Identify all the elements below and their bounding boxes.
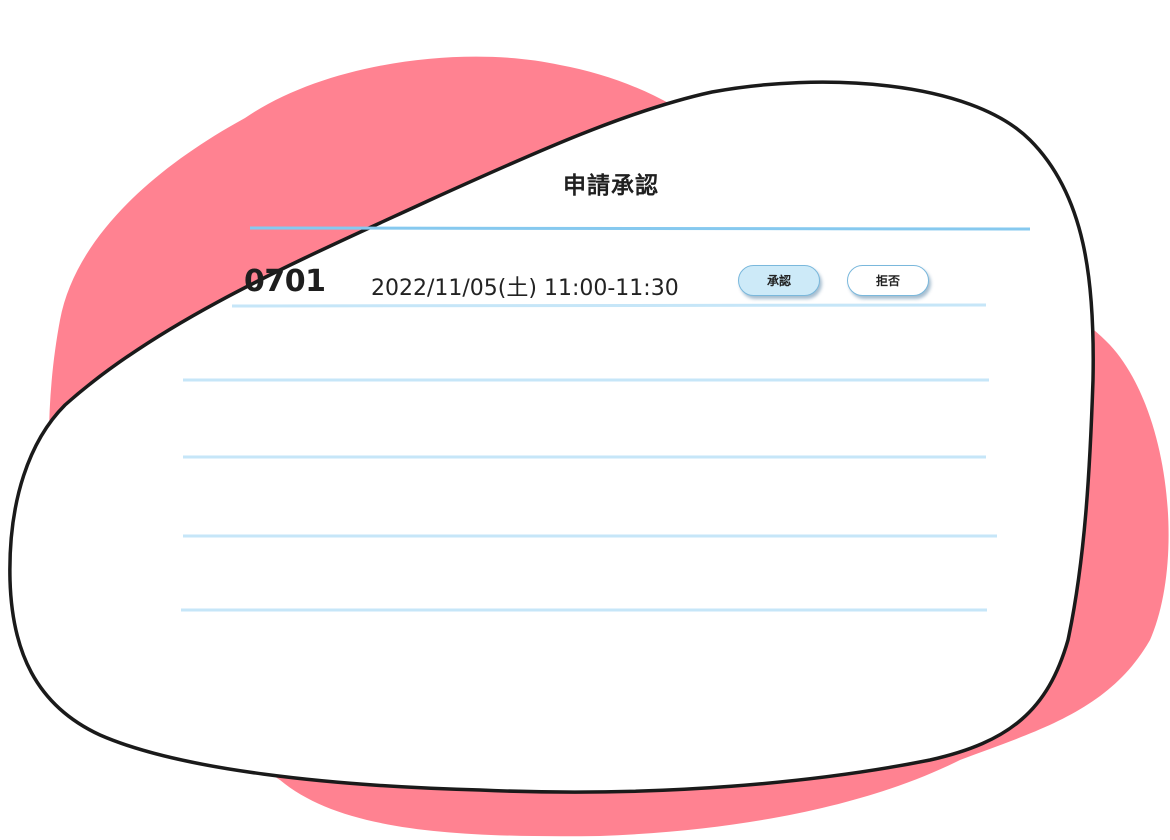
row-rule <box>231 303 987 308</box>
reject-button[interactable]: 拒否 <box>847 265 929 296</box>
approve-button[interactable]: 承認 <box>738 265 820 296</box>
page-title: 申請承認 <box>563 173 659 199</box>
stage: 申請承認 0701 2022/11/05(土) 11:00-11:30 承認 拒… <box>0 0 1170 840</box>
header-rule <box>249 226 1031 231</box>
request-id: 0701 <box>244 264 326 299</box>
request-datetime: 2022/11/05(土) 11:00-11:30 <box>371 276 679 301</box>
decorative-background <box>8 56 1169 837</box>
